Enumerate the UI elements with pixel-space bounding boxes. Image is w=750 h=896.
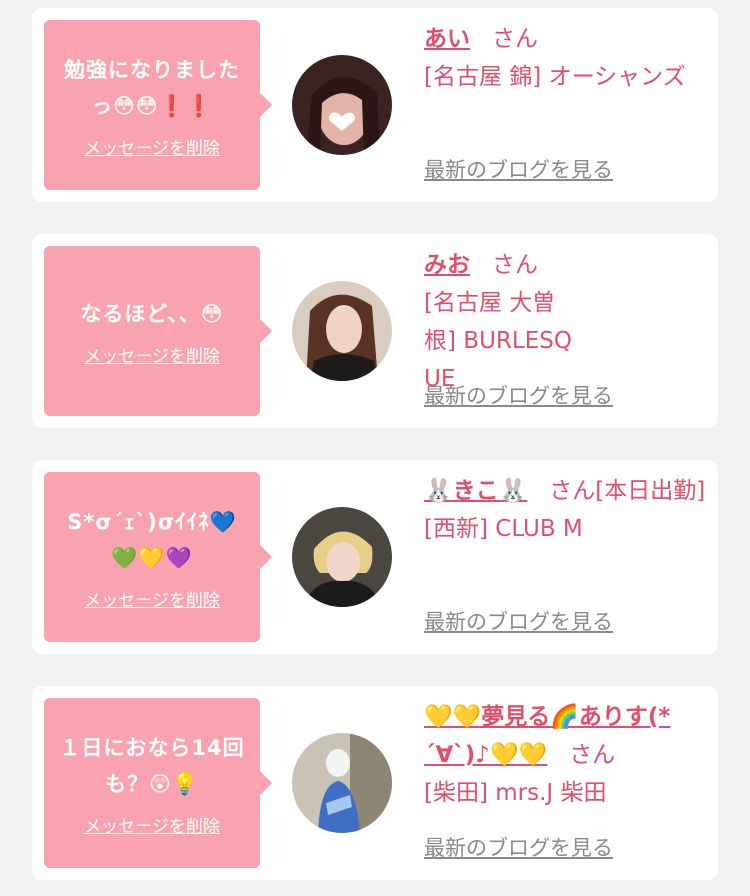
latest-blog-link[interactable]: 最新のブログを見る xyxy=(424,832,613,862)
cast-info: 💛💛夢見る🌈ありす(*´∀`)♪💛💛 さん [柴田] mrs.J 柴田 xyxy=(424,698,714,812)
cast-info: 🐰きこ🐰 さん[本日出勤] [西新] CLUB M xyxy=(424,472,714,548)
message-list: 勉強になりましたっ😳😳❗❗ メッセージを削除 あい さん [名古屋 錦] オーシャ… xyxy=(0,0,750,896)
shop-info: [西新] CLUB M xyxy=(424,516,583,542)
shop-info: [柴田] mrs.J 柴田 xyxy=(424,780,607,806)
message-bubble: なるほど、、😳 メッセージを削除 xyxy=(44,246,272,416)
latest-blog-link[interactable]: 最新のブログを見る xyxy=(424,154,613,184)
cast-info: みお さん [名古屋 大曽根] BURLESQUE xyxy=(424,246,714,398)
avatar-photo xyxy=(292,55,392,155)
message-card: S*σ´ｪ`)σｲｲﾈ💙💚💛💜 メッセージを削除 🐰きこ🐰 さん[本日出勤] [西… xyxy=(32,460,718,654)
message-bubble: １日におなら14回も？😲💡 メッセージを削除 xyxy=(44,698,272,868)
honorific: さん[本日出勤] xyxy=(549,478,706,504)
shop-info: [名古屋 錦] オーシャンズ xyxy=(424,64,686,90)
message-text: S*σ´ｪ`)σｲｲﾈ💙💚💛💜 xyxy=(67,509,237,570)
honorific: さん xyxy=(492,26,538,52)
message-card: なるほど、、😳 メッセージを削除 みお さん [名古屋 大曽根] BURLESQU… xyxy=(32,234,718,428)
latest-blog-link[interactable]: 最新のブログを見る xyxy=(424,380,613,410)
cast-name-link[interactable]: みお xyxy=(424,252,470,278)
message-bubble: S*σ´ｪ`)σｲｲﾈ💙💚💛💜 メッセージを削除 xyxy=(44,472,272,642)
avatar[interactable] xyxy=(292,281,392,381)
delete-message-link[interactable]: メッセージを削除 xyxy=(84,812,220,837)
delete-message-link[interactable]: メッセージを削除 xyxy=(84,134,220,159)
latest-blog-link[interactable]: 最新のブログを見る xyxy=(424,606,613,636)
avatar-photo xyxy=(292,281,392,381)
message-card: 勉強になりましたっ😳😳❗❗ メッセージを削除 あい さん [名古屋 錦] オーシャ… xyxy=(32,8,718,202)
message-text: １日におなら14回も？😲💡 xyxy=(59,735,245,796)
delete-message-link[interactable]: メッセージを削除 xyxy=(84,342,220,367)
message-text: 勉強になりましたっ😳😳❗❗ xyxy=(64,57,240,118)
avatar-photo xyxy=(292,733,392,833)
avatar[interactable] xyxy=(292,55,392,155)
honorific: さん xyxy=(569,742,616,768)
cast-name-link[interactable]: 💛💛夢見る🌈ありす(*´∀`)♪💛💛 xyxy=(424,704,670,768)
honorific: さん xyxy=(492,252,538,278)
avatar-photo xyxy=(292,507,392,607)
avatar[interactable] xyxy=(292,733,392,833)
delete-message-link[interactable]: メッセージを削除 xyxy=(84,586,220,611)
message-text: なるほど、、😳 xyxy=(80,301,224,326)
cast-name-link[interactable]: 🐰きこ🐰 xyxy=(424,478,527,504)
avatar[interactable] xyxy=(292,507,392,607)
message-card: １日におなら14回も？😲💡 メッセージを削除 💛💛夢見る🌈ありす(*´∀`)♪💛… xyxy=(32,686,718,880)
message-bubble: 勉強になりましたっ😳😳❗❗ メッセージを削除 xyxy=(44,20,272,190)
cast-name-link[interactable]: あい xyxy=(424,26,470,52)
cast-info: あい さん [名古屋 錦] オーシャンズ xyxy=(424,20,714,96)
